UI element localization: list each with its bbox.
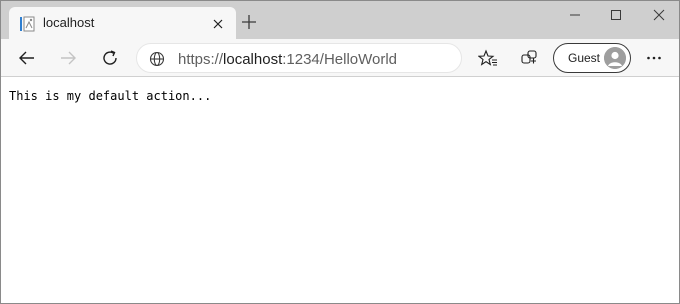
document-icon — [19, 16, 35, 32]
maximize-icon[interactable] — [602, 4, 630, 26]
ellipsis-icon[interactable] — [642, 46, 666, 70]
url-host: localhost — [223, 51, 283, 68]
page-body-text: This is my default action... — [9, 89, 212, 103]
globe-icon[interactable] — [149, 51, 165, 67]
browser-window: localhost https://localhost:1234/HelloWo… — [0, 0, 680, 304]
address-bar[interactable]: https://localhost:1234/HelloWorld — [136, 43, 462, 73]
new-tab-plus-icon[interactable] — [240, 13, 258, 31]
star-list-icon[interactable] — [476, 46, 500, 70]
page-viewport: This is my default action... — [1, 78, 679, 303]
profile-label: Guest — [568, 51, 601, 65]
profile-button[interactable]: Guest — [553, 43, 631, 73]
tab-strip: localhost — [1, 1, 679, 39]
collections-icon[interactable] — [517, 46, 541, 70]
arrow-right-icon[interactable] — [56, 46, 80, 70]
url-text: https://localhost:1234/HelloWorld — [178, 51, 397, 68]
url-path: :1234/HelloWorld — [282, 51, 398, 68]
refresh-icon[interactable] — [98, 46, 122, 70]
tab-title: localhost — [43, 15, 95, 30]
url-scheme: https:// — [178, 51, 224, 68]
window-close-icon[interactable] — [645, 4, 673, 26]
tab-localhost[interactable]: localhost — [9, 7, 236, 39]
avatar-icon — [604, 47, 626, 69]
tab-close-icon[interactable] — [210, 16, 226, 32]
arrow-left-icon[interactable] — [15, 46, 39, 70]
minimize-icon[interactable] — [561, 4, 589, 26]
navigation-toolbar: https://localhost:1234/HelloWorld Guest — [1, 39, 679, 77]
